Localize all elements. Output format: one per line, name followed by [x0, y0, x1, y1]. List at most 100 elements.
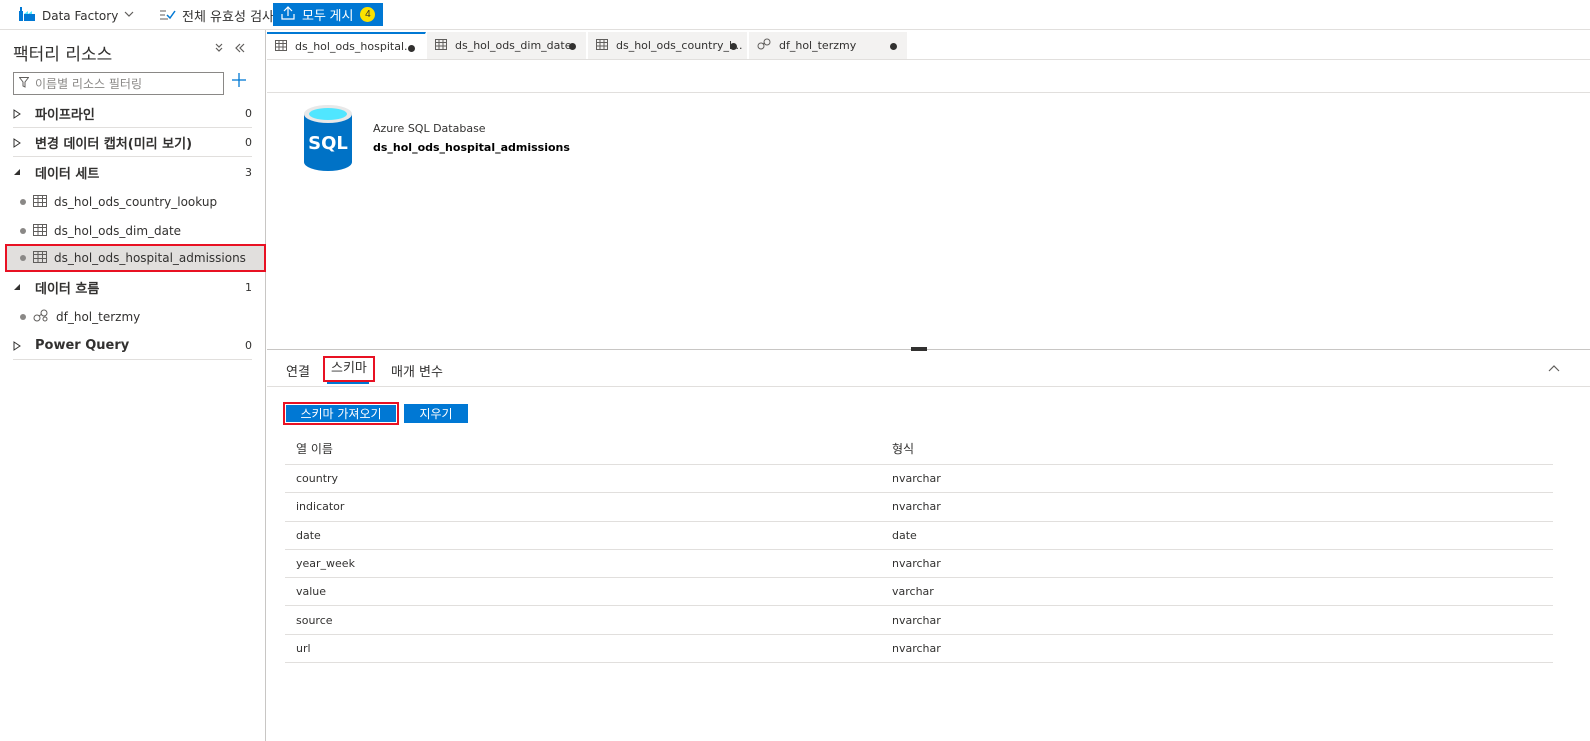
- factory-resources-panel: 팩터리 리소스 파이프라인 0 변경 데이터 캡처(미리 보기) 0 데이터 세…: [0, 30, 266, 741]
- resource-filter[interactable]: [13, 72, 224, 95]
- tabs-divider: [267, 386, 1590, 387]
- table-row[interactable]: year_week nvarchar: [285, 550, 1553, 579]
- tab-parameters[interactable]: 매개 변수: [391, 361, 443, 380]
- splitter-grip[interactable]: [911, 347, 927, 351]
- factory-selector[interactable]: Data Factory: [19, 7, 118, 24]
- table-row[interactable]: date date: [285, 522, 1553, 550]
- column-type-cell: nvarchar: [892, 472, 941, 486]
- factory-icon: [19, 7, 35, 24]
- group-count: 1: [245, 280, 252, 294]
- table-icon: [435, 38, 447, 53]
- dataset-item[interactable]: ds_hol_ods_country_lookup: [5, 188, 266, 216]
- expand-icon[interactable]: [13, 340, 31, 351]
- column-header-type[interactable]: 형식: [881, 440, 1553, 457]
- table-icon: [33, 250, 47, 266]
- factory-label: Data Factory: [42, 8, 119, 23]
- column-header-name[interactable]: 열 이름: [285, 440, 881, 457]
- tab-hospital-admissions[interactable]: ds_hol_ods_hospital...: [267, 32, 426, 59]
- tab-connection[interactable]: 연결: [286, 361, 310, 380]
- panel-title: 팩터리 리소스: [13, 45, 113, 65]
- column-type-cell: nvarchar: [892, 500, 941, 514]
- tab-label: ds_hol_ods_dim_date: [455, 39, 572, 52]
- import-schema-label: 스키마 가져오기: [286, 405, 396, 422]
- clear-button[interactable]: 지우기: [404, 404, 468, 423]
- group-count: 3: [245, 165, 252, 179]
- group-label: Power Query: [35, 338, 130, 353]
- group-count: 0: [245, 136, 252, 149]
- group-label: 데이터 세트: [35, 166, 100, 182]
- collapse-icon[interactable]: [13, 168, 31, 176]
- panel-splitter[interactable]: [267, 349, 1590, 350]
- sql-database-icon: SQL: [302, 104, 354, 175]
- group-label: 변경 데이터 캡처(미리 보기): [35, 137, 193, 152]
- table-row[interactable]: country nvarchar: [285, 465, 1553, 494]
- column-name-cell: url: [296, 641, 311, 655]
- group-change-data-capture[interactable]: 변경 데이터 캡처(미리 보기) 0: [13, 129, 252, 157]
- table-header: 열 이름 형식: [285, 433, 1553, 465]
- column-name-cell: year_week: [296, 557, 355, 571]
- expand-icon[interactable]: [13, 108, 31, 119]
- collapse-icon[interactable]: [13, 283, 31, 291]
- tab-dataflow[interactable]: df_hol_terzmy: [749, 32, 908, 59]
- expand-icon[interactable]: [13, 137, 31, 148]
- tab-label: df_hol_terzmy: [779, 39, 857, 52]
- sql-icon-text: SQL: [308, 133, 348, 154]
- editor-tabs: ds_hol_ods_hospital... ds_hol_ods_dim_da…: [267, 30, 1590, 60]
- dataflow-icon: [757, 38, 771, 53]
- top-toolbar: Data Factory 전체 유효성 검사 모두 게시 4: [0, 0, 1590, 30]
- table-icon: [275, 39, 287, 54]
- table-row[interactable]: value varchar: [285, 578, 1553, 607]
- filter-icon: [18, 76, 30, 91]
- table-row[interactable]: source nvarchar: [285, 606, 1553, 635]
- tab-label: ds_hol_ods_country_l...: [616, 39, 743, 52]
- group-pipelines[interactable]: 파이프라인 0: [13, 100, 252, 128]
- chevron-down-icon[interactable]: [124, 8, 134, 22]
- dataset-item[interactable]: ds_hol_ods_dim_date: [5, 217, 266, 245]
- import-schema-button[interactable]: 스키마 가져오기: [283, 402, 399, 425]
- dataset-name: ds_hol_ods_hospital_admissions: [373, 141, 570, 154]
- group-dataflows[interactable]: 데이터 흐름 1: [13, 273, 252, 301]
- column-type-cell: date: [892, 528, 917, 542]
- dataset-item-selected[interactable]: ds_hol_ods_hospital_admissions: [5, 244, 266, 272]
- editor-subbar: [267, 61, 1590, 93]
- group-power-query[interactable]: Power Query 0: [13, 332, 252, 360]
- chevron-up-icon[interactable]: [1548, 362, 1560, 376]
- group-label: 파이프라인: [35, 108, 95, 123]
- publish-count-badge: 4: [360, 7, 376, 22]
- group-label: 데이터 흐름: [35, 281, 100, 297]
- column-name-cell: date: [296, 528, 321, 542]
- add-resource-icon[interactable]: [232, 73, 246, 90]
- tab-schema[interactable]: 스키마: [323, 356, 375, 382]
- column-type-cell: varchar: [892, 585, 934, 599]
- status-dot: [20, 255, 26, 261]
- unsaved-indicator: [730, 43, 737, 50]
- tab-label: ds_hol_ods_hospital...: [295, 40, 415, 53]
- validate-all-button[interactable]: 전체 유효성 검사: [160, 6, 274, 25]
- unsaved-indicator: [890, 43, 897, 50]
- dataset-label: ds_hol_ods_dim_date: [54, 224, 182, 238]
- tab-country-lookup[interactable]: ds_hol_ods_country_l...: [588, 32, 748, 59]
- validate-label: 전체 유효성 검사: [182, 10, 274, 25]
- unsaved-indicator: [569, 43, 576, 50]
- status-dot: [20, 228, 26, 234]
- column-name-cell: country: [296, 472, 339, 486]
- column-name-cell: source: [296, 613, 333, 627]
- hide-panel-icon[interactable]: [234, 42, 246, 57]
- publish-icon: [281, 6, 295, 23]
- tab-dim-date[interactable]: ds_hol_ods_dim_date: [427, 32, 587, 59]
- column-name-cell: indicator: [296, 500, 345, 514]
- table-row[interactable]: indicator nvarchar: [285, 493, 1553, 522]
- unsaved-indicator: [408, 45, 415, 52]
- dataflow-label: df_hol_terzmy: [56, 310, 141, 324]
- table-row[interactable]: url nvarchar: [285, 635, 1553, 664]
- dataset-label: ds_hol_ods_hospital_admissions: [54, 251, 246, 265]
- dataset-label: ds_hol_ods_country_lookup: [54, 195, 218, 209]
- group-count: 0: [245, 339, 252, 352]
- group-datasets[interactable]: 데이터 세트 3: [13, 158, 252, 186]
- collapse-all-icon[interactable]: [213, 42, 225, 57]
- dataflow-item[interactable]: df_hol_terzmy: [5, 303, 266, 331]
- publish-all-button[interactable]: 모두 게시 4: [273, 3, 383, 26]
- column-type-cell: nvarchar: [892, 557, 941, 571]
- column-type-cell: nvarchar: [892, 641, 941, 655]
- filter-input[interactable]: [35, 76, 215, 91]
